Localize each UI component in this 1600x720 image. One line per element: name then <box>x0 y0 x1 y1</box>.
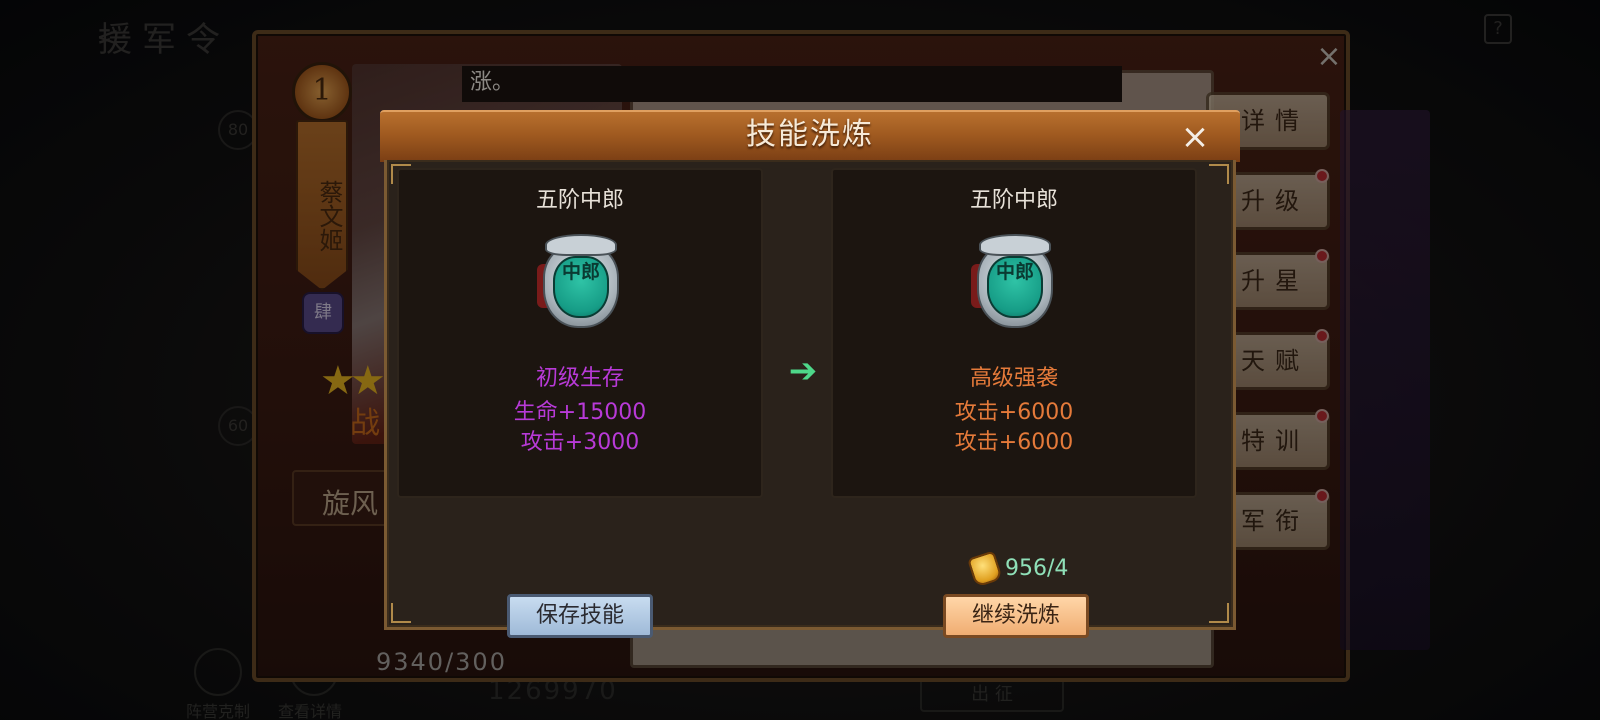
frame-corner <box>1209 164 1229 184</box>
frame-corner <box>391 603 411 623</box>
medal-text: 中郎 <box>561 261 600 283</box>
current-stat: 攻击+3000 <box>520 430 640 455</box>
new-stat: 攻击+6000 <box>954 430 1074 455</box>
arrow-right-icon: ➔ <box>788 351 818 391</box>
cost-value: 956/4 <box>1005 556 1069 581</box>
refine-stone-icon <box>967 550 1003 588</box>
rank-medal-icon: 中郎 <box>969 230 1063 334</box>
current-skill-panel: 五阶中郎 中郎 初级生存 生命+15000 攻击+3000 <box>397 168 763 498</box>
current-rank-title: 五阶中郎 <box>535 188 624 213</box>
dialog-body: 五阶中郎 中郎 初级生存 生命+15000 攻击+3000 ➔ 五阶中郎 中郎 … <box>384 160 1236 638</box>
save-skill-button[interactable]: 保存技能 <box>507 594 653 638</box>
close-icon[interactable]: × <box>1176 118 1214 156</box>
new-rank-title: 五阶中郎 <box>969 188 1058 213</box>
refine-cost: 956/4 <box>967 550 1091 588</box>
frame-corner <box>1209 603 1229 623</box>
dialog-title: 技能洗炼 <box>746 117 874 152</box>
rank-medal-icon: 中郎 <box>535 230 629 334</box>
game-screen: <· 援军令 ? 80 60 阵营克制 查看详情 1269970 出 征 × 1… <box>0 0 1600 720</box>
current-skill-name: 初级生存 <box>535 366 624 391</box>
new-skill-name: 高级强袭 <box>969 366 1058 391</box>
new-stat: 攻击+6000 <box>954 400 1074 425</box>
continue-refine-button[interactable]: 继续洗炼 <box>943 594 1089 638</box>
new-skill-panel: 五阶中郎 中郎 高级强袭 攻击+6000 攻击+6000 <box>831 168 1197 498</box>
medal-text: 中郎 <box>995 261 1034 283</box>
skill-refine-dialog: 技能洗炼 × 五阶中郎 中郎 初级生存 生命+15000 攻击+3000 ➔ 五… <box>380 110 1240 638</box>
current-stat: 生命+15000 <box>513 400 647 425</box>
